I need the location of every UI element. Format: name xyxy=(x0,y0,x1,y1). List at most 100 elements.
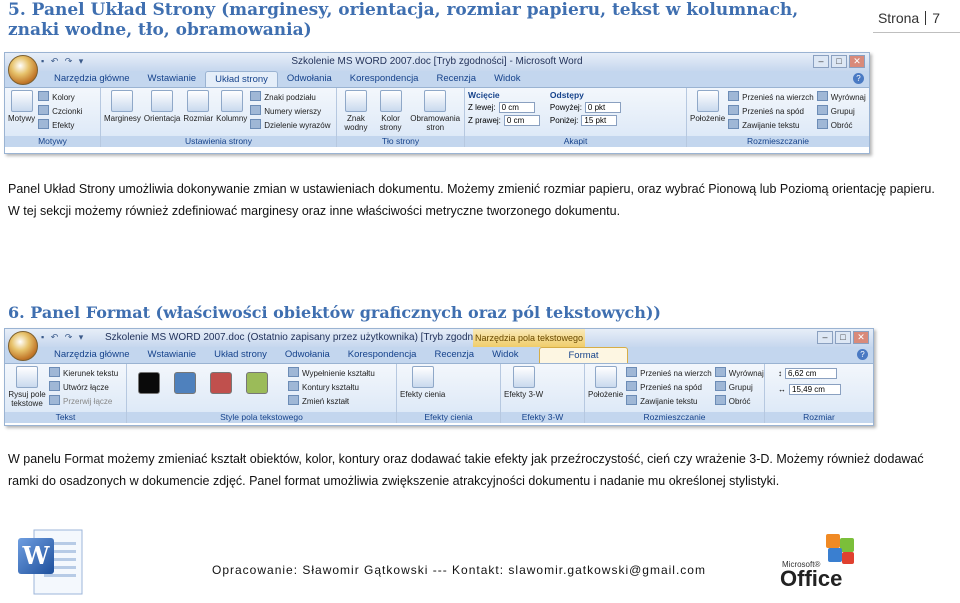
themes-button: Motywy xyxy=(8,90,35,123)
group-label: Efekty cienia xyxy=(397,412,500,423)
context-tools-header: Narzędzia pola tekstowego xyxy=(473,329,585,347)
textbox-icon xyxy=(16,366,38,388)
spacing-before-field: 0 pkt xyxy=(584,102,621,113)
maximize-icon: □ xyxy=(835,331,851,344)
text-wrapping-button: Zawijanie tekstu xyxy=(728,119,814,130)
break-link-button: Przerwij łącze xyxy=(49,395,118,406)
margins-button: Marginesy xyxy=(104,90,141,123)
size-button: Rozmiar xyxy=(183,90,213,123)
indent-right-label: Z prawej: xyxy=(468,116,501,125)
page-color-icon xyxy=(379,90,402,112)
window-titlebar: ▪ ↶ ↷ ▾ Szkolenie MS WORD 2007.doc (Osta… xyxy=(5,329,873,347)
tab-format: Format xyxy=(539,347,628,363)
group-label: Rozmieszczanie xyxy=(687,136,869,147)
shape-outline-button: Kontury kształtu xyxy=(288,381,375,392)
line-numbers-button: Numery wierszy xyxy=(250,105,330,116)
change-shape-button: Zmień kształt xyxy=(288,395,375,406)
section-6-paragraph: W panelu Format możemy zmieniać kształt … xyxy=(8,452,924,488)
tab-home: Narzędzia główne xyxy=(54,73,130,84)
effects-button: Efekty xyxy=(38,119,82,130)
tab-view: Widok xyxy=(494,73,521,84)
draw-textbox-button: Rysuj pole tekstowe xyxy=(8,366,46,408)
ribbon-screenshot-format: ▪ ↶ ↷ ▾ Szkolenie MS WORD 2007.doc (Osta… xyxy=(4,328,874,426)
text-direction-button: Kierunek tekstu xyxy=(49,367,118,378)
margins-icon xyxy=(111,90,134,112)
bring-front-button: Przenieś na wierzch xyxy=(728,91,814,102)
tab-home: Narzędzia główne xyxy=(54,349,130,360)
fonts-button: Czcionki xyxy=(38,105,82,116)
shadow-icon xyxy=(411,366,434,388)
window-controls: – □ ✕ xyxy=(817,331,869,344)
indent-left-label: Z lewej: xyxy=(468,103,496,112)
send-back-button: Przenieś na spód xyxy=(728,105,814,116)
watermark-button: Znak wodny xyxy=(340,90,372,132)
group-shadow-effects: Efekty cienia Efekty cienia xyxy=(397,364,501,423)
group-button: Grupuj xyxy=(715,381,764,392)
spacing-label: Odstępy xyxy=(549,90,584,100)
bring-front-button: Przenieś na wierzch xyxy=(626,367,712,378)
colors-button: Kolory xyxy=(38,91,82,102)
ribbon-tabs: Narzędzia główne Wstawianie Układ strony… xyxy=(5,347,873,363)
section-6-title: 6. Panel Format (właściwości obiektów gr… xyxy=(8,303,661,322)
footer-author: Opracowanie: Sławomir Gątkowski --- Kont… xyxy=(212,563,706,577)
watermark-icon xyxy=(344,90,367,112)
rotate-button: Obróć xyxy=(715,395,764,406)
style-swatch-green xyxy=(246,372,268,394)
width-icon: ↔ xyxy=(778,385,786,394)
page-number: Strona 7 xyxy=(878,10,940,26)
ribbon-screenshot-page-layout: ▪ ↶ ↷ ▾ Szkolenie MS WORD 2007.doc [Tryb… xyxy=(4,52,870,154)
tab-references: Odwołania xyxy=(284,349,330,360)
3d-icon xyxy=(512,366,535,388)
columns-button: Kolumny xyxy=(216,90,247,123)
rotate-button: Obróć xyxy=(817,119,866,130)
ribbon-body: Rysuj pole tekstowe Kierunek tekstu Utwó… xyxy=(5,363,873,423)
size-icon xyxy=(187,90,210,112)
style-swatch-red xyxy=(210,372,232,394)
section-5-title: 5. Panel Układ Strony (marginesy, orient… xyxy=(8,0,799,40)
group-label: Tło strony xyxy=(337,136,464,147)
spacing-after-field: 15 pkt xyxy=(581,115,618,126)
style-swatch-blue xyxy=(174,372,196,394)
group-3d-effects: Efekty 3-W Efekty 3-W xyxy=(501,364,585,423)
tab-mailings: Korespondencja xyxy=(349,73,419,84)
shape-fill-button: Wypełnienie kształtu xyxy=(288,367,375,378)
spacing-after-label: Poniżej: xyxy=(549,116,579,125)
ribbon-tabs: Narzędzia główne Wstawianie Układ strony… xyxy=(5,71,869,87)
position-button: Położenie xyxy=(588,366,623,399)
office-logo: Microsoft® Office xyxy=(778,530,862,594)
tab-insert: Wstawianie xyxy=(147,349,197,360)
align-button: Wyrównaj xyxy=(715,367,764,378)
group-arrange: Położenie Przenieś na wierzch Przenieś n… xyxy=(687,88,869,147)
tab-page-layout: Układ strony xyxy=(214,349,267,360)
height-field: 6,62 cm xyxy=(785,368,837,379)
shadow-effects-button: Efekty cienia xyxy=(400,366,445,399)
send-back-button: Przenieś na spód xyxy=(626,381,712,392)
group-arrange: Położenie Przenieś na wierzch Przenieś n… xyxy=(585,364,765,423)
minimize-icon: – xyxy=(813,55,829,68)
3d-effects-button: Efekty 3-W xyxy=(504,366,543,399)
group-text: Rysuj pole tekstowe Kierunek tekstu Utwó… xyxy=(5,364,127,423)
group-size: ↕ 6,62 cm ↔ 15,49 cm Rozmiar xyxy=(765,364,873,423)
style-swatch-black xyxy=(138,372,160,394)
page-number-value: 7 xyxy=(932,10,940,26)
section-5-paragraph: Panel Układ Strony umożliwia dokonywanie… xyxy=(8,182,935,218)
window-caption: Szkolenie MS WORD 2007.doc [Tryb zgodnoś… xyxy=(291,56,583,67)
group-label: Style pola tekstowego xyxy=(127,412,396,423)
group-themes: Motywy Kolory Czcionki Efekty Motywy xyxy=(5,88,101,147)
maximize-icon: □ xyxy=(831,55,847,68)
orientation-icon xyxy=(151,90,174,112)
minimize-icon: – xyxy=(817,331,833,344)
group-label: Akapit xyxy=(465,136,686,147)
tab-review: Recenzja xyxy=(436,73,477,84)
page-borders-icon xyxy=(424,90,447,112)
svg-text:W: W xyxy=(22,541,51,570)
group-button: Grupuj xyxy=(817,105,866,116)
hyphenation-button: Dzielenie wyrazów xyxy=(250,119,330,130)
indent-label: Wcięcie xyxy=(468,90,500,100)
group-textbox-styles: Wypełnienie kształtu Kontury kształtu Zm… xyxy=(127,364,397,423)
office-brand-label: Office xyxy=(780,566,843,591)
word-logo-icon: W xyxy=(18,529,83,595)
page-label: Strona xyxy=(877,10,920,26)
close-icon: ✕ xyxy=(853,331,869,344)
height-icon: ↕ xyxy=(778,369,782,378)
